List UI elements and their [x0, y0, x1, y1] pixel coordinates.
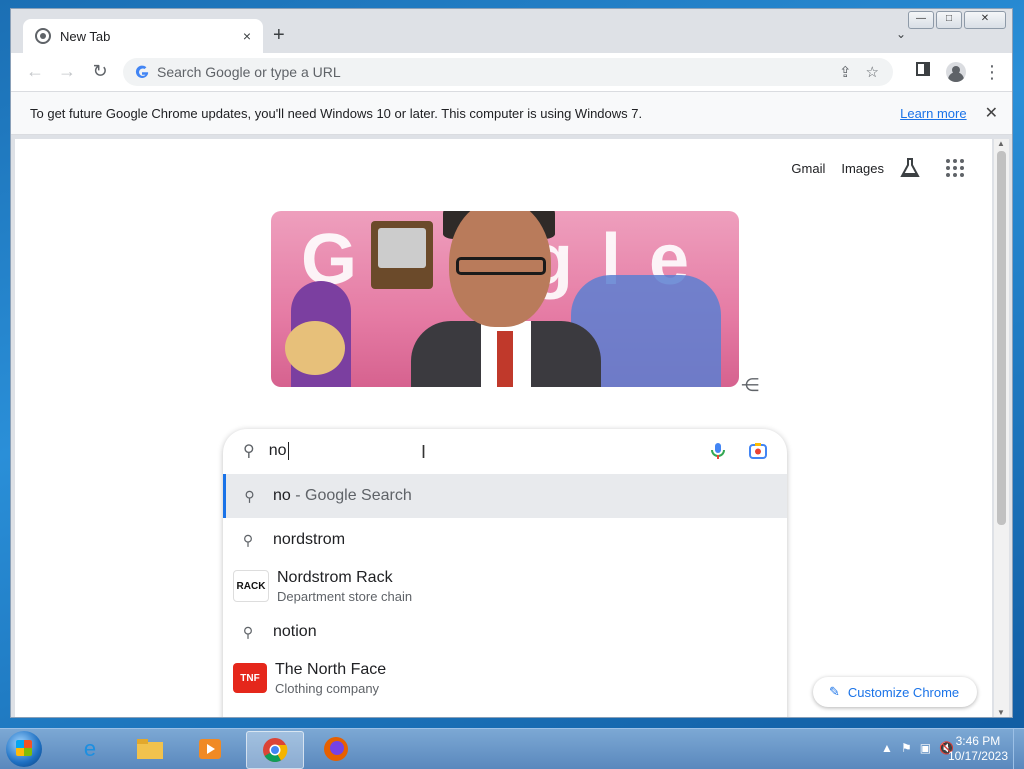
search-box: ⚲ no ⚲ no - Google Search ⚲ nordstrom RA… — [223, 429, 787, 717]
window-close-button[interactable]: ✕ — [964, 11, 1006, 29]
suggestion-row-entity[interactable]: TNF The North Face Clothing company — [223, 654, 787, 702]
suggestion-title: The North Face — [275, 660, 387, 678]
search-input[interactable]: ⚲ no — [223, 429, 787, 474]
back-button[interactable]: ← — [25, 61, 45, 82]
microphone-icon[interactable] — [711, 442, 725, 460]
suggestion-row[interactable]: ⚲ notion — [223, 610, 787, 654]
doodle-share-icon[interactable]: ⋲ — [741, 375, 759, 396]
google-apps-icon[interactable] — [946, 159, 964, 177]
chrome-taskbar-icon[interactable] — [246, 731, 304, 769]
google-doodle[interactable]: Google — [271, 211, 739, 387]
omnibox[interactable]: Search Google or type a URL ⇪ ☆ — [123, 58, 893, 86]
clock-date: 10/17/2023 — [947, 749, 1008, 763]
north-face-logo: TNF — [233, 663, 267, 693]
browser-window: — □ ✕ New Tab × + ⌄ ← → ↻ Search Google … — [10, 8, 1013, 718]
windows-taskbar: e ▲ ⚑ ▣ 🔇 3:46 PM 10/17/2023 — [0, 728, 1024, 769]
labs-flask-icon[interactable] — [900, 157, 920, 179]
maximize-button[interactable]: □ — [936, 11, 962, 29]
forward-button[interactable]: → — [57, 61, 77, 82]
minimize-button[interactable]: — — [908, 11, 934, 29]
nordstrom-rack-logo: RACK — [233, 570, 269, 602]
suggestion-text: no — [273, 487, 291, 504]
suggestion-suffix: - Google Search — [290, 487, 412, 504]
file-explorer-icon[interactable] — [122, 731, 178, 767]
suggestion-row-entity[interactable]: RACK Nordstrom Rack Department store cha… — [223, 562, 787, 610]
start-button[interactable] — [6, 731, 42, 767]
images-link[interactable]: Images — [841, 161, 884, 176]
taskbar-clock[interactable]: 3:46 PM 10/17/2023 — [948, 734, 1008, 764]
new-tab-button[interactable]: + — [273, 24, 285, 47]
google-g-icon — [135, 65, 149, 78]
doodle-television — [371, 221, 433, 289]
update-infobar: To get future Google Chrome updates, you… — [11, 91, 1012, 135]
search-icon: ⚲ — [243, 443, 255, 460]
customize-chrome-button[interactable]: ✎ Customize Chrome — [813, 677, 977, 707]
clock-time: 3:46 PM — [955, 734, 1001, 748]
suggestion-title: Nordstrom Rack — [277, 568, 393, 586]
suggestion-subtitle: Department store chain — [277, 588, 413, 604]
bookmark-star-icon[interactable]: ☆ — [866, 63, 879, 81]
text-cursor-icon: I — [421, 442, 427, 462]
pencil-icon: ✎ — [829, 684, 840, 699]
learn-more-link[interactable]: Learn more — [900, 106, 966, 121]
network-icon[interactable]: ▣ — [920, 741, 931, 755]
suggestion-text: notion — [273, 623, 317, 640]
profile-avatar[interactable] — [946, 62, 966, 82]
customize-label: Customize Chrome — [847, 684, 960, 700]
media-player-icon[interactable] — [182, 731, 238, 767]
tab-search-icon[interactable]: ⌄ — [896, 27, 906, 41]
show-desktop-button[interactable] — [1013, 729, 1024, 769]
suggestion-row[interactable]: ⚲ nordstrom — [223, 518, 787, 562]
tab-title: New Tab — [60, 28, 111, 44]
top-links: Gmail Images — [791, 157, 964, 179]
scroll-down-arrow[interactable]: ▼ — [997, 708, 1005, 717]
search-icon: ⚲ — [242, 531, 254, 548]
omnibox-placeholder: Search Google or type a URL — [157, 64, 341, 80]
suggestion-text: nordstrom — [273, 531, 346, 548]
infobar-message: To get future Google Chrome updates, you… — [30, 105, 643, 121]
internet-explorer-icon[interactable]: e — [62, 731, 118, 767]
action-center-flag-icon[interactable]: ⚑ — [901, 741, 912, 755]
search-icon: ⚲ — [242, 623, 254, 640]
gmail-link[interactable]: Gmail — [791, 161, 825, 176]
suggestion-row[interactable]: ⚲ no - Google Search — [223, 474, 787, 518]
new-tab-page: Gmail Images Google ⋲ — [15, 139, 992, 717]
search-icon: ⚲ — [244, 487, 255, 504]
suggestion-subtitle: Clothing company — [275, 680, 380, 696]
search-query: no — [268, 442, 287, 460]
window-controls: — □ ✕ — [908, 11, 1006, 29]
reload-button[interactable]: ↻ — [90, 61, 110, 82]
system-tray: ▲ ⚑ ▣ 🔇 — [881, 741, 954, 755]
scrollbar-thumb[interactable] — [997, 151, 1006, 525]
doodle-tie — [497, 331, 513, 387]
doodle-guitar — [285, 321, 345, 375]
tab-new-tab[interactable]: New Tab × — [23, 19, 263, 53]
toolbar: ← → ↻ Search Google or type a URL ⇪ ☆ ⋮ — [11, 53, 1012, 91]
infobar-close-icon[interactable]: ✕ — [985, 103, 998, 123]
doodle-glasses — [456, 257, 546, 275]
tab-close-icon[interactable]: × — [237, 28, 257, 44]
google-lens-icon[interactable] — [749, 442, 767, 460]
scroll-up-arrow[interactable]: ▲ — [997, 139, 1005, 148]
share-icon[interactable]: ⇪ — [839, 63, 852, 81]
side-panel-icon[interactable] — [916, 62, 930, 81]
windows-flag-icon — [16, 740, 32, 756]
tray-expand-icon[interactable]: ▲ — [881, 741, 893, 755]
menu-kebab-icon[interactable]: ⋮ — [983, 62, 1001, 83]
firefox-icon[interactable] — [308, 731, 364, 767]
page-scrollbar[interactable]: ▲ ▼ — [994, 139, 1009, 717]
chrome-icon — [35, 28, 51, 44]
